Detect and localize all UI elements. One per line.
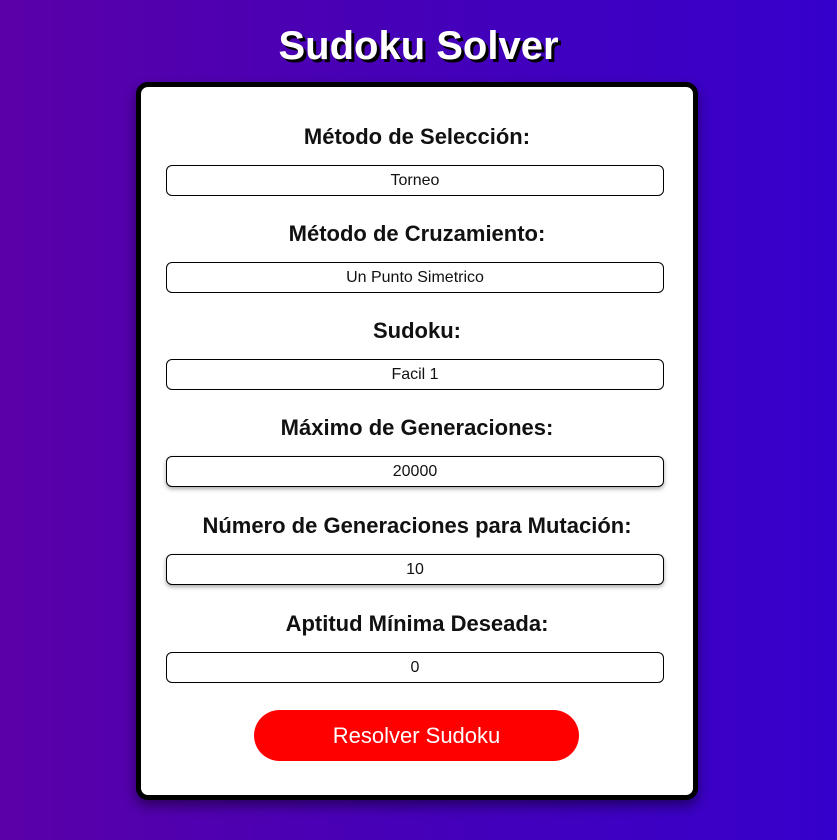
sudoku-select[interactable]: Facil 1 (166, 359, 664, 390)
crossover-method-group: Método de Cruzamiento: Un Punto Simetric… (141, 220, 693, 293)
selection-method-value: Torneo (390, 172, 440, 189)
mutation-generations-label: Número de Generaciones para Mutación: (202, 513, 632, 538)
mutation-generations-input[interactable] (166, 554, 664, 585)
selection-method-select[interactable]: Torneo (166, 165, 664, 196)
crossover-method-label: Método de Cruzamiento: (288, 221, 546, 246)
sudoku-label: Sudoku: (373, 318, 461, 343)
max-generations-label: Máximo de Generaciones: (280, 415, 554, 440)
page-title: Sudoku Solver (278, 24, 559, 68)
crossover-method-value: Un Punto Simetrico (346, 269, 484, 286)
sudoku-group: Sudoku: Facil 1 (141, 317, 693, 390)
min-fitness-label: Aptitud Mínima Deseada: (285, 611, 549, 636)
selection-method-group: Método de Selección: Torneo (141, 123, 693, 196)
selection-method-label: Método de Selección: (303, 124, 531, 149)
mutation-generations-group: Número de Generaciones para Mutación: (141, 512, 693, 585)
solver-form-card: Método de Selección: Torneo Método de Cr… (136, 82, 698, 800)
min-fitness-group: Aptitud Mínima Deseada: (141, 610, 693, 683)
solve-sudoku-button[interactable]: Resolver Sudoku (254, 710, 579, 761)
max-generations-group: Máximo de Generaciones: (141, 414, 693, 487)
min-fitness-input[interactable] (166, 652, 664, 683)
sudoku-value: Facil 1 (391, 366, 439, 383)
max-generations-input[interactable] (166, 456, 664, 487)
crossover-method-select[interactable]: Un Punto Simetrico (166, 262, 664, 293)
